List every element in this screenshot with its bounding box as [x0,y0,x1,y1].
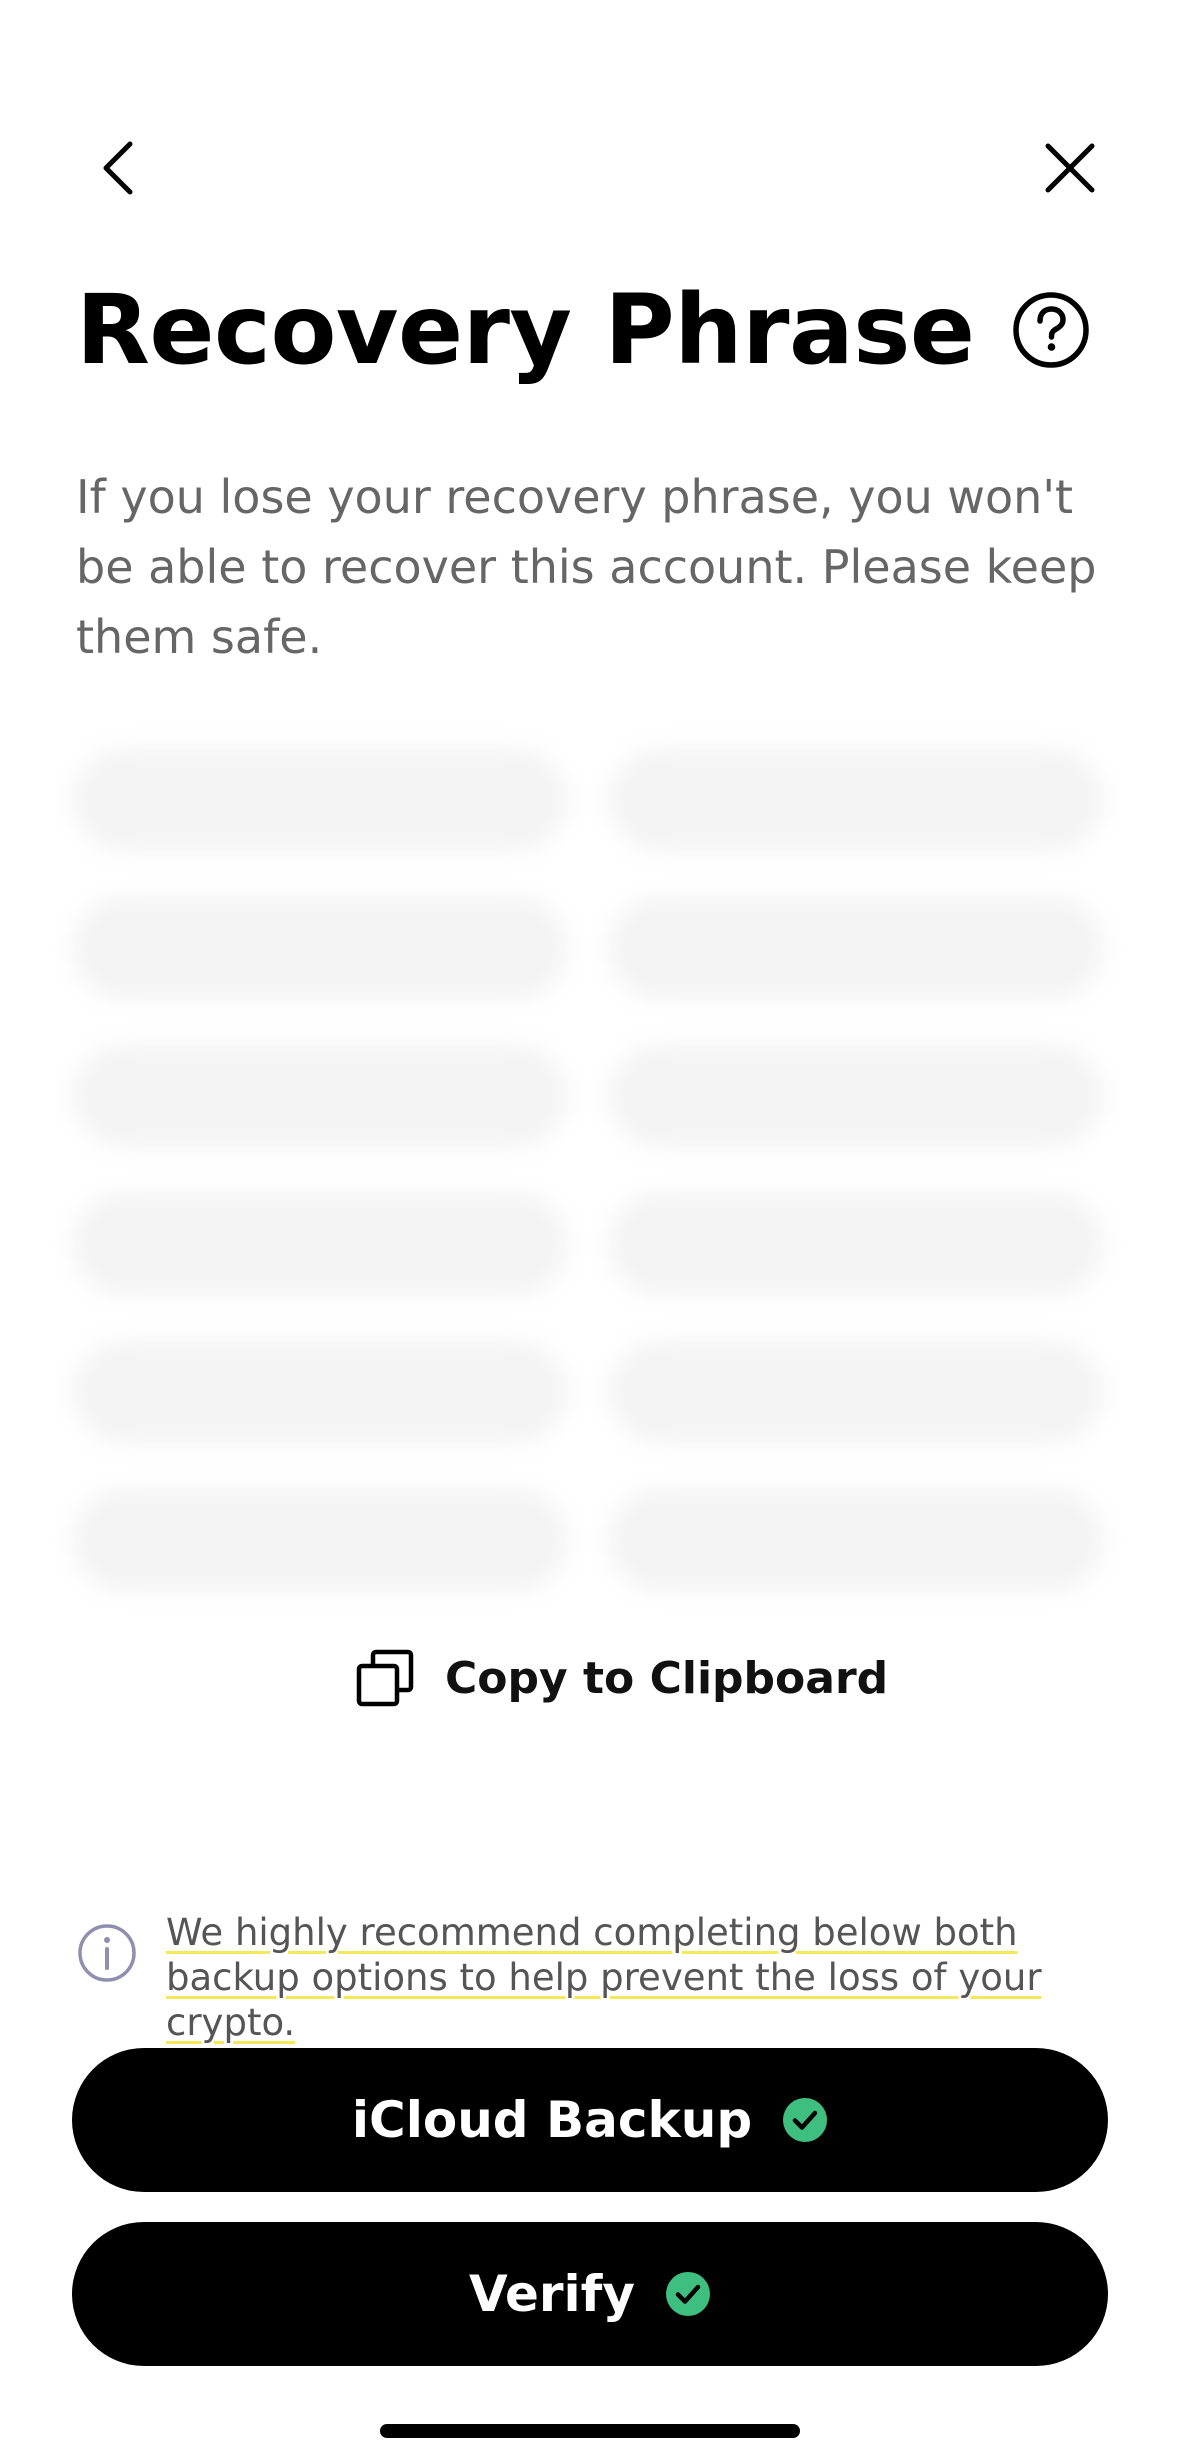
copy-to-clipboard-button[interactable]: Copy to Clipboard [355,1648,888,1708]
backup-recommendation: We highly recommend completing below bot… [76,1910,1106,2045]
phrase-word [72,1044,568,1148]
chevron-left-icon [103,141,133,195]
icloud-backup-label: iCloud Backup [351,2091,753,2149]
verify-button[interactable]: Verify [72,2222,1108,2366]
phrase-word [72,1192,568,1296]
copy-icon [356,1649,414,1707]
phrase-word [72,748,568,852]
title-row: Recovery Phrase [76,282,1091,378]
phrase-word [72,1340,568,1444]
phrase-word [608,1340,1104,1444]
page-title: Recovery Phrase [76,274,975,386]
verify-label: Verify [468,2265,635,2323]
phrase-word [72,1488,568,1592]
phrase-word [608,1488,1104,1592]
phrase-word [608,896,1104,1000]
phrase-word [72,896,568,1000]
home-indicator [380,2424,800,2438]
check-circle-icon [783,2098,828,2142]
copy-label: Copy to Clipboard [445,1652,889,1704]
recommendation-link[interactable]: We highly recommend completing below bot… [166,1910,1106,2045]
close-button[interactable] [1030,128,1110,208]
phrase-word [608,748,1104,852]
question-circle-icon[interactable] [1011,290,1091,370]
close-icon [1045,143,1095,193]
icloud-backup-button[interactable]: iCloud Backup [72,2048,1108,2192]
recovery-phrase-grid [72,748,1112,1592]
warning-description: If you lose your recovery phrase, you wo… [76,470,1097,664]
phrase-word [608,1044,1104,1148]
info-icon [78,1924,136,1982]
check-circle-icon [666,2272,710,2316]
phrase-word [608,1192,1104,1296]
back-button[interactable] [78,128,158,208]
